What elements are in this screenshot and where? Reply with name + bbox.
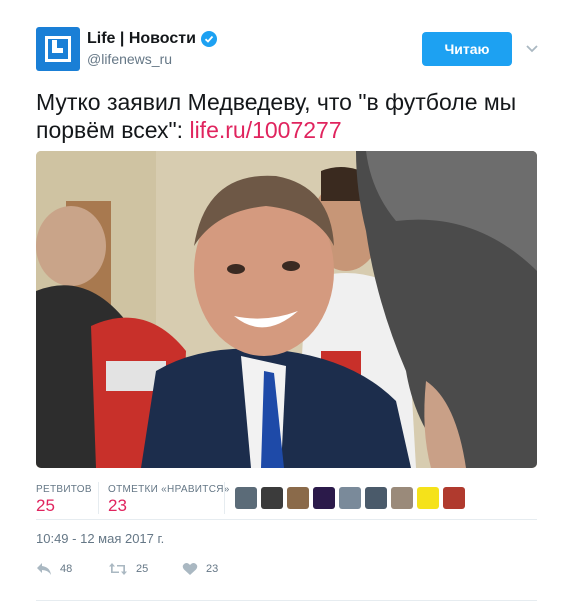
- retweets-label: РЕТВИТОВ: [36, 484, 92, 495]
- divider: [36, 600, 537, 601]
- follow-button[interactable]: Читаю: [422, 32, 512, 66]
- author-handle[interactable]: @lifenews_ru: [87, 51, 172, 67]
- like-count: 23: [206, 563, 219, 575]
- stat-divider: [98, 482, 99, 514]
- tweet-text: Мутко заявил Медведеву, что "в футболе м…: [36, 88, 536, 144]
- tweet-timestamp[interactable]: 10:49 - 12 мая 2017 г.: [36, 531, 164, 546]
- tweet-photo[interactable]: [36, 151, 537, 468]
- liker-avatar[interactable]: [261, 487, 283, 509]
- retweet-icon: [109, 563, 127, 575]
- retweet-count: 25: [136, 563, 149, 575]
- reply-count: 48: [60, 563, 73, 575]
- liker-avatar[interactable]: [287, 487, 309, 509]
- heart-icon: [182, 562, 198, 575]
- likes-label: ОТМЕТКИ «НРАВИТСЯ»: [108, 484, 230, 495]
- divider: [36, 519, 537, 520]
- retweets-count[interactable]: 25: [36, 496, 55, 516]
- liker-avatar[interactable]: [417, 487, 439, 509]
- like-button[interactable]: 23: [182, 561, 218, 577]
- tweet-link[interactable]: life.ru/1007277: [189, 117, 341, 143]
- reply-icon: [37, 563, 51, 575]
- author-name-row[interactable]: Life | Новости: [87, 29, 217, 49]
- tweet-card: Life | Новости @lifenews_ru Читаю Мутко …: [0, 0, 571, 607]
- likes-count[interactable]: 23: [108, 496, 127, 516]
- liker-avatar[interactable]: [313, 487, 335, 509]
- verified-badge-icon: [200, 31, 217, 47]
- liker-avatar[interactable]: [235, 487, 257, 509]
- retweet-button[interactable]: 25: [108, 561, 148, 577]
- liker-avatar[interactable]: [443, 487, 465, 509]
- author-display-name[interactable]: Life | Новости: [87, 30, 196, 48]
- liker-avatar[interactable]: [339, 487, 361, 509]
- reply-button[interactable]: 48: [36, 561, 72, 577]
- stat-divider: [224, 482, 225, 514]
- avatar[interactable]: [36, 27, 80, 71]
- liker-avatar[interactable]: [391, 487, 413, 509]
- likers-avatars: [235, 487, 469, 509]
- photo-image: [36, 151, 537, 468]
- chevron-down-icon[interactable]: [524, 40, 540, 56]
- liker-avatar[interactable]: [365, 487, 387, 509]
